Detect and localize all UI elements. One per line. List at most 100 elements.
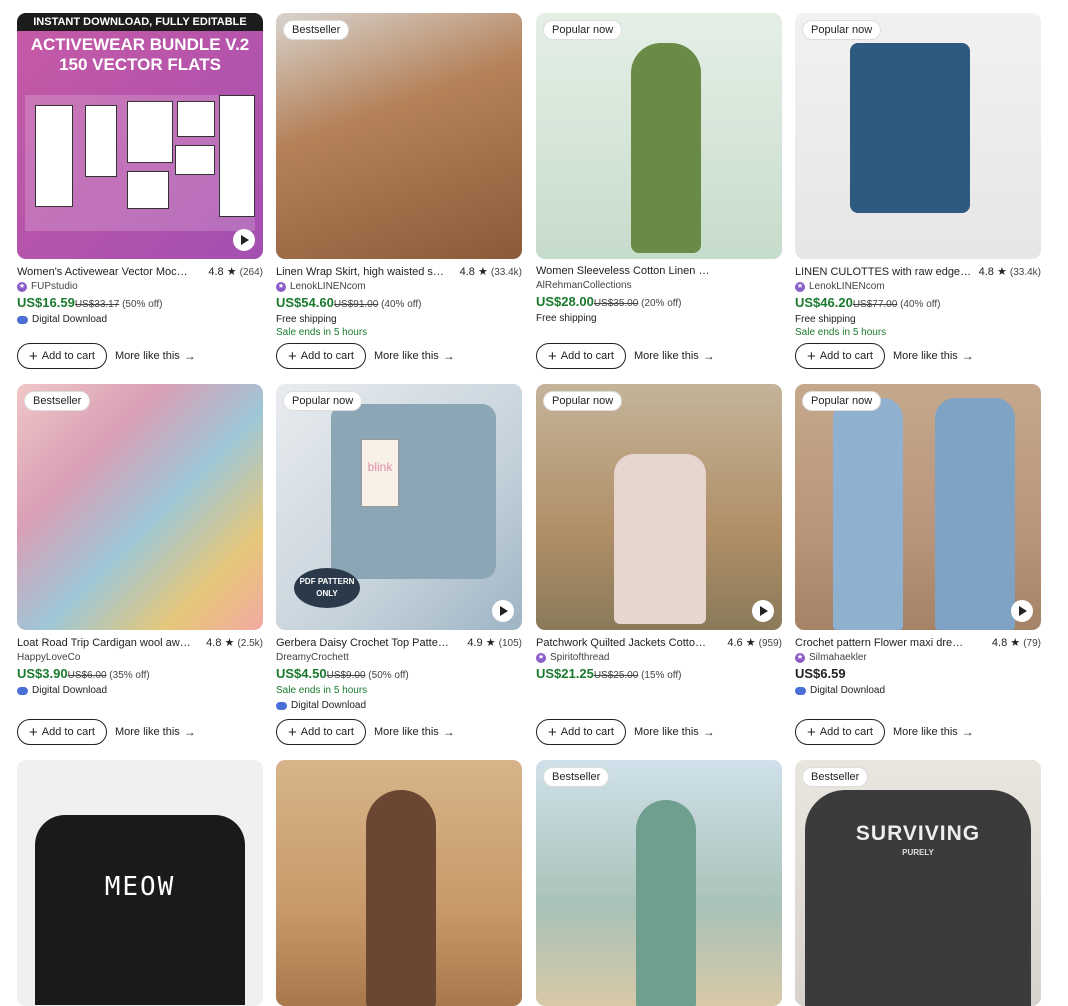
cloud-download-icon xyxy=(276,701,287,710)
more-like-this-link[interactable]: More like this → xyxy=(634,349,715,363)
product-title[interactable]: Loat Road Trip Cardigan wool aw… xyxy=(17,637,206,649)
play-icon[interactable] xyxy=(233,229,255,251)
more-like-this-link[interactable]: More like this → xyxy=(374,349,455,363)
product-card[interactable]: Popular now LINEN CULOTTES with raw edge… xyxy=(795,13,1041,369)
add-to-cart-button[interactable]: + Add to cart xyxy=(536,343,626,369)
product-title[interactable]: Patchwork Quilted Jackets Cotto… xyxy=(536,637,727,649)
product-title[interactable]: Women Sleeveless Cotton Linen … xyxy=(536,265,782,277)
shop-name[interactable]: ★ LenokLINENcom xyxy=(276,281,522,292)
product-card[interactable]: blink PDF PATTERN ONLY Popular now Gerber… xyxy=(276,384,522,745)
shirt-print-text: MEOW xyxy=(104,872,176,902)
shop-name[interactable]: DreamyCrochett xyxy=(276,652,522,663)
product-title[interactable]: Crochet pattern Flower maxi dre… xyxy=(795,637,992,649)
sale-ends-label: Sale ends in 5 hours xyxy=(795,327,887,338)
product-title[interactable]: Linen Wrap Skirt, high waisted s… xyxy=(276,266,460,278)
shop-name[interactable]: ★ Silmahaekler xyxy=(795,652,1041,663)
more-like-this-link[interactable]: More like this → xyxy=(893,725,974,739)
free-shipping-label: Free shipping xyxy=(795,314,856,325)
plus-icon: + xyxy=(548,347,557,365)
popular-now-badge: Popular now xyxy=(802,20,882,40)
play-icon[interactable] xyxy=(492,600,514,622)
model-figure xyxy=(935,398,1015,630)
product-grid: INSTANT DOWNLOAD, FULLY EDITABLE ACTIVEW… xyxy=(0,0,1068,1006)
shop-name[interactable]: ★ Spiritofthread xyxy=(536,652,782,663)
star-seller-icon: ★ xyxy=(795,281,805,292)
shirt-print-subtext: PURELY xyxy=(902,848,934,857)
star-seller-icon: ★ xyxy=(17,281,27,292)
sale-price: US$4.50 xyxy=(276,666,327,681)
more-like-this-link[interactable]: More like this → xyxy=(115,725,196,739)
shop-name[interactable]: AlRehmanCollections xyxy=(536,280,782,291)
product-card[interactable]: INSTANT DOWNLOAD, FULLY EDITABLE ACTIVEW… xyxy=(17,13,263,369)
add-to-cart-button[interactable]: + Add to cart xyxy=(17,343,107,369)
more-like-this-link[interactable]: More like this → xyxy=(115,349,196,363)
play-icon[interactable] xyxy=(1011,600,1033,622)
add-to-cart-button[interactable]: + Add to cart xyxy=(795,719,885,745)
plus-icon: + xyxy=(807,723,816,741)
shop-name[interactable]: ★ LenokLINENcom xyxy=(795,281,1041,292)
star-seller-icon: ★ xyxy=(795,652,805,663)
cloud-download-icon xyxy=(17,315,28,324)
arrow-right-icon: → xyxy=(442,725,455,739)
star-icon: ★ xyxy=(996,266,1007,278)
product-card[interactable]: Popular now Women Sleeveless Cotton Line… xyxy=(536,13,782,369)
shop-name[interactable]: HappyLoveCo xyxy=(17,652,263,663)
bestseller-badge: Bestseller xyxy=(24,391,91,411)
shop-name[interactable]: ★ FUPstudio xyxy=(17,281,263,292)
sale-price: US$16.59 xyxy=(17,295,75,310)
plus-icon: + xyxy=(288,723,297,741)
bestseller-badge: Bestseller xyxy=(543,767,610,787)
discount: (40% off) xyxy=(900,299,941,310)
model-figure xyxy=(850,43,970,213)
more-like-this-link[interactable]: More like this → xyxy=(634,725,715,739)
product-card[interactable] xyxy=(276,760,522,1006)
product-image[interactable] xyxy=(276,760,522,1006)
model-figure xyxy=(366,790,436,1006)
product-card[interactable]: MEOW xyxy=(17,760,263,1006)
add-to-cart-button[interactable]: + Add to cart xyxy=(795,343,885,369)
play-icon[interactable] xyxy=(752,600,774,622)
product-title[interactable]: Women's Activewear Vector Moc… xyxy=(17,266,208,278)
original-price: US$25.00 xyxy=(593,670,639,681)
arrow-right-icon: → xyxy=(961,725,974,739)
add-to-cart-button[interactable]: + Add to cart xyxy=(536,719,626,745)
product-image[interactable]: blink PDF PATTERN ONLY Popular now xyxy=(276,384,522,630)
price-row: US$4.50US$9.00 (50% off) xyxy=(276,666,522,681)
product-rating: 4.6 ★ (959) xyxy=(727,637,782,649)
product-image[interactable]: Popular now xyxy=(536,384,782,630)
digital-download-label: Digital Download xyxy=(17,314,263,325)
product-image[interactable]: Bestseller xyxy=(17,384,263,630)
more-like-this-link[interactable]: More like this → xyxy=(374,725,455,739)
star-seller-icon: ★ xyxy=(276,281,286,292)
add-to-cart-button[interactable]: + Add to cart xyxy=(17,719,107,745)
product-title[interactable]: Gerbera Daisy Crochet Top Patte… xyxy=(276,637,467,649)
more-like-this-link[interactable]: More like this → xyxy=(893,349,974,363)
product-card[interactable]: Bestseller xyxy=(536,760,782,1006)
model-figure xyxy=(614,454,706,624)
original-price: US$6.00 xyxy=(67,670,107,681)
product-image[interactable]: MEOW xyxy=(17,760,263,1006)
product-card[interactable]: Bestseller Linen Wrap Skirt, high waiste… xyxy=(276,13,522,369)
product-image[interactable]: INSTANT DOWNLOAD, FULLY EDITABLE ACTIVEW… xyxy=(17,13,263,259)
popular-now-badge: Popular now xyxy=(543,20,623,40)
star-icon: ★ xyxy=(485,637,496,649)
add-to-cart-button[interactable]: + Add to cart xyxy=(276,719,366,745)
add-to-cart-button[interactable]: + Add to cart xyxy=(276,343,366,369)
discount: (15% off) xyxy=(641,670,682,681)
product-card[interactable]: Popular now Patchwork Quilted Jackets Co… xyxy=(536,384,782,745)
product-card[interactable]: Bestseller Loat Road Trip Cardigan wool … xyxy=(17,384,263,745)
product-image[interactable]: Bestseller xyxy=(276,13,522,259)
product-card[interactable]: SURVIVING PURELY Bestseller xyxy=(795,760,1041,1006)
crochet-top xyxy=(331,404,496,579)
product-image[interactable]: Popular now xyxy=(536,13,782,259)
product-image[interactable]: Bestseller xyxy=(536,760,782,1006)
cloud-download-icon xyxy=(17,686,28,695)
product-image[interactable]: SURVIVING PURELY Bestseller xyxy=(795,760,1041,1006)
arrow-right-icon: → xyxy=(183,725,196,739)
product-image[interactable]: Popular now xyxy=(795,384,1041,630)
product-title[interactable]: LINEN CULOTTES with raw edge … xyxy=(795,266,979,278)
product-card[interactable]: Popular now Crochet pattern Flower maxi … xyxy=(795,384,1041,745)
product-image[interactable]: Popular now xyxy=(795,13,1041,259)
digital-download-label: Digital Download xyxy=(276,700,522,711)
original-price: US$33.17 xyxy=(74,299,120,310)
